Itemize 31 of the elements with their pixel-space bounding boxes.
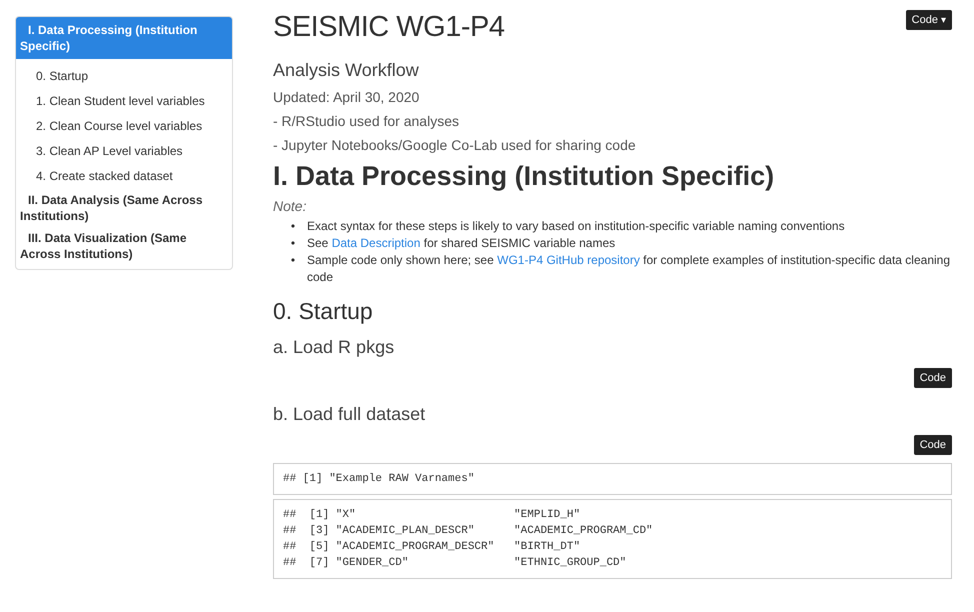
toc-item[interactable]: I. Data Processing (Institution Specific) xyxy=(16,17,232,59)
bullet-text: Sample code only shown here; see WG1-P4 GitHub repository for complete examples of institution-specific data cleaning code xyxy=(307,252,952,286)
section-heading: I. Data Processing (Institution Specific) xyxy=(273,161,776,192)
toc-item[interactable]: 0. Startup xyxy=(16,64,232,89)
code-output: ## [1] "Example RAW Varnames" xyxy=(273,463,952,495)
section-heading: 0. Startup xyxy=(273,298,374,325)
bullet-marker: • xyxy=(290,218,296,235)
link[interactable]: Data Description xyxy=(332,236,420,250)
bullet-text: Exact syntax for these steps is likely to vary based on institution-specific variable naming conventions xyxy=(307,218,846,235)
toc-item[interactable]: III. Data Visualization (Same Across Institutions) xyxy=(16,227,232,265)
bullet-marker: • xyxy=(290,252,296,269)
subsection-heading: b. Load full dataset xyxy=(273,404,426,425)
subsection-heading: a. Load R pkgs xyxy=(273,337,396,358)
note-label: Note: xyxy=(273,198,308,214)
code-menu-button[interactable]: Code ▾ xyxy=(906,10,952,30)
toc-item[interactable]: II. Data Analysis (Same Across Institutions) xyxy=(16,189,232,227)
link[interactable]: WG1-P4 GitHub repository xyxy=(497,253,640,267)
bullet-marker: • xyxy=(290,235,296,252)
page-subtitle: Analysis Workflow xyxy=(273,60,420,81)
bullet-text: See Data Description for shared SEISMIC variable names xyxy=(307,235,616,252)
code-button[interactable]: Code xyxy=(914,435,952,455)
code-output: ## [1] "X" "EMPLID_H" ## [3] "ACADEMIC_PLAN_DESCR" "ACADEMIC_PROGRAM_CD" ## [5] "ACADEMIC_PROGRAM_DESCR" "BIRTH_DT" ## [7] "GENDER_CD" "ETHNIC_GROUP_CD" xyxy=(273,499,952,579)
page-title: SEISMIC WG1-P4 xyxy=(273,11,504,44)
meta-text: - R/RStudio used for analyses xyxy=(273,112,460,131)
meta-text: Updated: April 30, 2020 xyxy=(273,88,420,107)
toc-item[interactable]: 1. Clean Student level variables xyxy=(16,89,232,114)
toc-item[interactable]: 4. Create stacked dataset xyxy=(16,164,232,189)
toc-item[interactable]: 3. Clean AP Level variables xyxy=(16,139,232,164)
toc-item[interactable]: 2. Clean Course level variables xyxy=(16,114,232,139)
meta-text: - Jupyter Notebooks/Google Co-Lab used for sharing code xyxy=(273,136,637,155)
code-button[interactable]: Code xyxy=(914,368,952,388)
